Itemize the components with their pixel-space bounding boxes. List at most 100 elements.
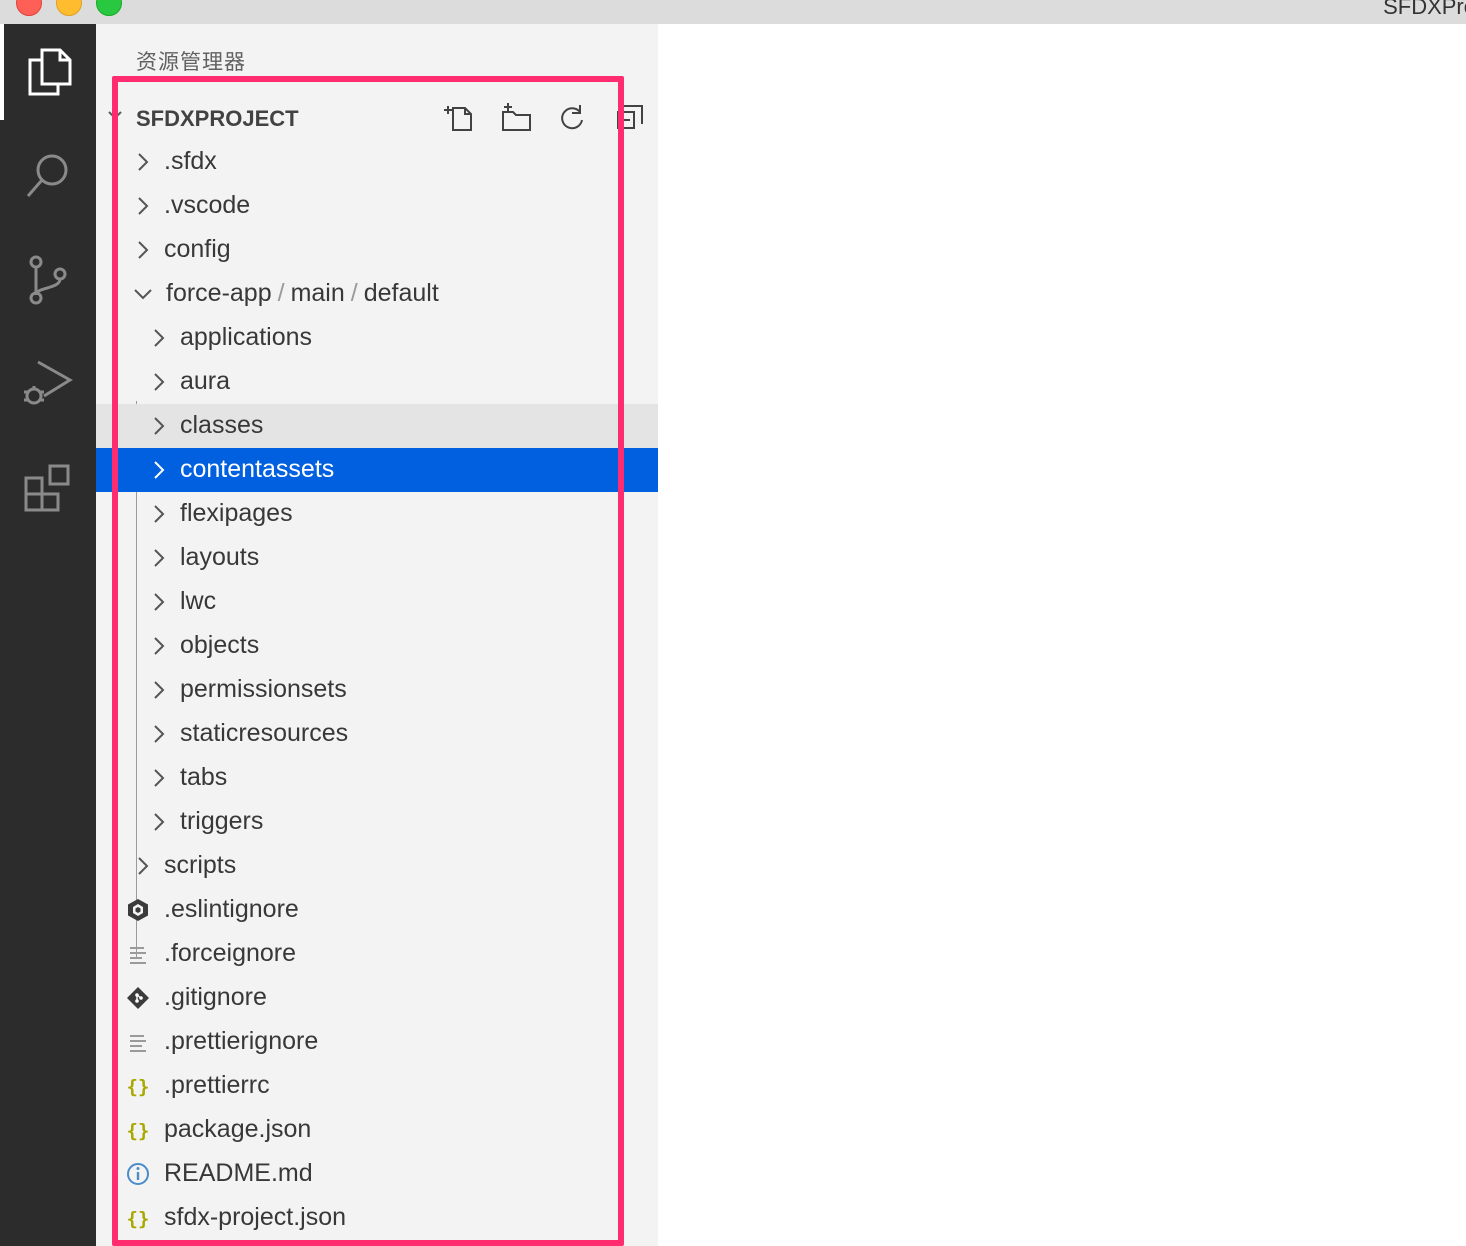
- file-row[interactable]: .gitignore: [96, 976, 658, 1020]
- activity-source-control[interactable]: [0, 232, 96, 328]
- file-row[interactable]: {} sfdx-project.json: [96, 1196, 658, 1240]
- file-label: .prettierrc: [164, 1071, 270, 1099]
- folder-row[interactable]: scripts: [96, 844, 658, 888]
- path-segment[interactable]: default: [364, 279, 439, 307]
- folder-row[interactable]: .vscode: [96, 184, 658, 228]
- source-control-icon: [29, 255, 67, 305]
- chevron-down-icon: [134, 289, 152, 300]
- activity-extensions[interactable]: [0, 440, 96, 536]
- path-segment[interactable]: force-app: [166, 279, 272, 307]
- path-separator: /: [277, 279, 285, 307]
- chevron-right-icon: [138, 241, 149, 259]
- file-label: .prettierignore: [164, 1027, 319, 1055]
- folder-label: objects: [180, 631, 260, 659]
- new-file-button[interactable]: [442, 100, 478, 136]
- file-row[interactable]: {} .prettierrc: [96, 1064, 658, 1108]
- folder-row[interactable]: aura: [96, 360, 658, 404]
- svg-text:{}: {}: [127, 1208, 150, 1230]
- folder-row[interactable]: flexipages: [96, 492, 658, 536]
- git-icon: [126, 986, 150, 1010]
- activity-run-debug[interactable]: [0, 336, 96, 432]
- activity-explorer[interactable]: [0, 24, 96, 120]
- refresh-button[interactable]: [554, 100, 590, 136]
- file-label: sfdx-project.json: [164, 1203, 347, 1231]
- chevron-right-icon: [154, 813, 165, 831]
- activity-search[interactable]: [0, 128, 96, 224]
- folder-label: flexipages: [180, 499, 293, 527]
- folder-row[interactable]: config: [96, 228, 658, 272]
- folder-label: aura: [180, 367, 231, 395]
- minimize-window-button[interactable]: [56, 0, 82, 16]
- file-label: .forceignore: [164, 939, 297, 967]
- info-icon: [126, 1162, 150, 1186]
- section-header[interactable]: SFDXPROJECT: [96, 96, 658, 140]
- folder-row[interactable]: applications: [96, 316, 658, 360]
- folder-label: layouts: [180, 543, 260, 571]
- folder-label: .vscode: [164, 191, 251, 219]
- folder-label: classes: [180, 411, 264, 439]
- folder-row[interactable]: triggers: [96, 800, 658, 844]
- editor-area: [658, 24, 1466, 1246]
- folder-row[interactable]: .sfdx: [96, 140, 658, 184]
- folder-row[interactable]: classes: [96, 404, 658, 448]
- chevron-right-icon: [138, 197, 149, 215]
- explorer-sidebar: 资源管理器 SFDXPROJECT .sfdx .vscode config forc…: [96, 24, 658, 1246]
- folder-row[interactable]: force-app / main / default: [96, 272, 658, 316]
- new-folder-icon: [502, 103, 531, 131]
- folder-row[interactable]: tabs: [96, 756, 658, 800]
- folder-label: tabs: [180, 763, 228, 791]
- file-label: README.md: [164, 1159, 313, 1187]
- folder-label: scripts: [164, 851, 237, 879]
- file-row[interactable]: .eslintignore: [96, 888, 658, 932]
- svg-text:{}: {}: [127, 1076, 150, 1098]
- folder-label: staticresources: [180, 719, 349, 747]
- path-segment[interactable]: main: [291, 279, 345, 307]
- folder-label: permissionsets: [180, 675, 347, 703]
- files-icon: [28, 48, 72, 96]
- chevron-right-icon: [154, 373, 165, 391]
- chevron-right-icon: [154, 329, 165, 347]
- folder-label: lwc: [180, 587, 217, 615]
- text-file-icon: [126, 1030, 150, 1054]
- file-label: package.json: [164, 1115, 312, 1143]
- file-row[interactable]: {} package.json: [96, 1108, 658, 1152]
- file-row[interactable]: .forceignore: [96, 932, 658, 976]
- chevron-right-icon: [154, 461, 165, 479]
- chevron-right-icon: [154, 505, 165, 523]
- folder-row[interactable]: staticresources: [96, 712, 658, 756]
- json-icon: {}: [126, 1206, 150, 1230]
- collapse-all-button[interactable]: [612, 100, 648, 136]
- chevron-down-icon: [108, 111, 122, 120]
- folder-row[interactable]: layouts: [96, 536, 658, 580]
- chevron-right-icon: [154, 681, 165, 699]
- folder-label: applications: [180, 323, 313, 351]
- folder-row[interactable]: objects: [96, 624, 658, 668]
- title-bar: SFDXPro: [0, 0, 1466, 25]
- json-icon: {}: [126, 1118, 150, 1142]
- chevron-right-icon: [154, 769, 165, 787]
- run-debug-icon: [24, 360, 73, 405]
- text-file-icon: [126, 942, 150, 966]
- file-row[interactable]: .prettierignore: [96, 1020, 658, 1064]
- folder-row[interactable]: contentassets: [96, 448, 658, 492]
- collapse-all-icon: [617, 105, 643, 129]
- json-icon: {}: [126, 1074, 150, 1098]
- folder-label: triggers: [180, 807, 264, 835]
- chevron-right-icon: [154, 549, 165, 567]
- extensions-icon: [24, 464, 70, 512]
- search-icon: [26, 154, 68, 197]
- zoom-window-button[interactable]: [96, 0, 122, 16]
- folder-row[interactable]: lwc: [96, 580, 658, 624]
- file-row[interactable]: README.md: [96, 1152, 658, 1196]
- path-separator: /: [350, 279, 358, 307]
- chevron-right-icon: [154, 417, 165, 435]
- compact-folder-label: force-app / main / default: [166, 279, 439, 308]
- eslint-icon: [126, 898, 150, 922]
- close-window-button[interactable]: [16, 0, 42, 16]
- svg-text:{}: {}: [127, 1120, 150, 1142]
- activity-bar: [0, 24, 96, 1246]
- chevron-right-icon: [154, 637, 165, 655]
- folder-row[interactable]: permissionsets: [96, 668, 658, 712]
- new-folder-button[interactable]: [498, 100, 534, 136]
- new-file-icon: [444, 106, 472, 131]
